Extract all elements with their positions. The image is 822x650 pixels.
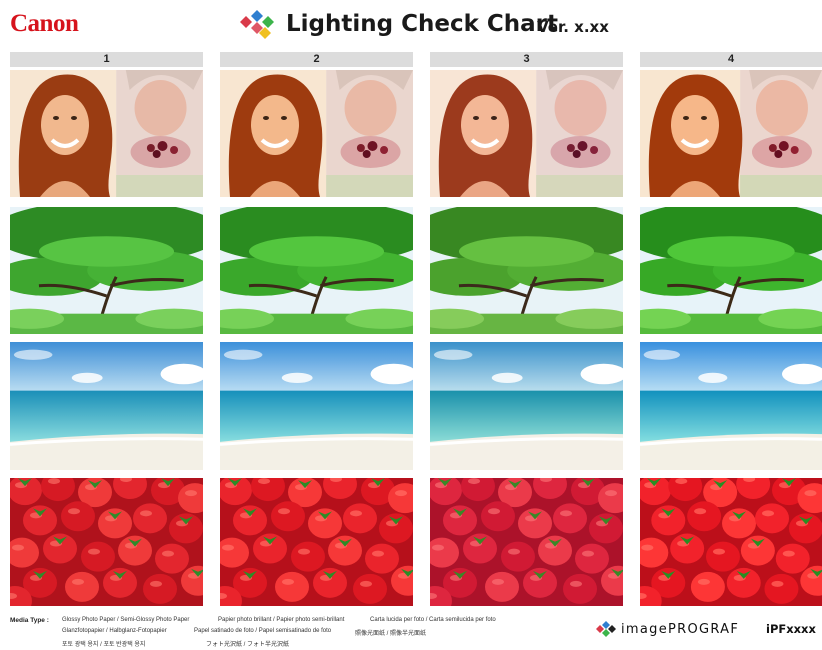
product-brand: imagePROGRAF: [621, 621, 740, 637]
media-line: Papier photo brillant / Papier photo sem…: [218, 617, 345, 623]
photo-green-pine-tree-1: [10, 207, 203, 334]
canon-logo: Canon: [10, 10, 79, 37]
page-title: Lighting Check Chart: [286, 11, 559, 37]
photo-beach-seascape-3: [430, 342, 623, 470]
column-header-2: 2: [220, 52, 413, 67]
photo-green-pine-tree-3: [430, 207, 623, 334]
photo-green-pine-tree-4: [640, 207, 822, 334]
photo-strawberries-2: [220, 478, 413, 606]
version-label: Ver. x.xx: [537, 18, 609, 36]
media-line: 포토 광택 용지 / 포토 반광택 용지: [62, 642, 146, 648]
brand-mark-icon: [596, 621, 616, 637]
imageprograf-brand: imagePROGRAF: [596, 621, 739, 637]
photo-beach-seascape-2: [220, 342, 413, 470]
media-line: 照像光面纸 / 照像半光面纸: [355, 631, 427, 637]
photo-beach-seascape-1: [10, 342, 203, 470]
photo-portrait-woman-and-flowers-1: [10, 70, 203, 197]
column-header-3: 3: [430, 52, 623, 67]
media-line: Carta lucida per foto / Carta semilucida…: [370, 617, 496, 623]
media-line: フォト光沢紙 / フォト半光沢紙: [206, 642, 290, 648]
photo-strawberries-3: [430, 478, 623, 606]
photo-portrait-woman-and-flowers-2: [220, 70, 413, 197]
media-line: Glossy Photo Paper / Semi-Glossy Photo P…: [62, 617, 190, 623]
media-line: Papel satinado de foto / Papel semisatin…: [194, 628, 332, 634]
photo-strawberries-1: [10, 478, 203, 606]
photo-green-pine-tree-2: [220, 207, 413, 334]
model-number: iPFxxxx: [766, 622, 816, 636]
media-line: Glanzfotopapier / Halbglanz-Fotopapier: [62, 628, 167, 634]
color-diamonds-icon: [240, 10, 274, 39]
photo-portrait-woman-and-flowers-3: [430, 70, 623, 197]
column-header-1: 1: [10, 52, 203, 67]
photo-beach-seascape-4: [640, 342, 822, 470]
media-type-label: Media Type :: [10, 617, 49, 624]
photo-portrait-woman-and-flowers-4: [640, 70, 822, 197]
column-header-4: 4: [640, 52, 822, 67]
photo-strawberries-4: [640, 478, 822, 606]
chart-header: Lighting Check Chart: [238, 8, 558, 40]
